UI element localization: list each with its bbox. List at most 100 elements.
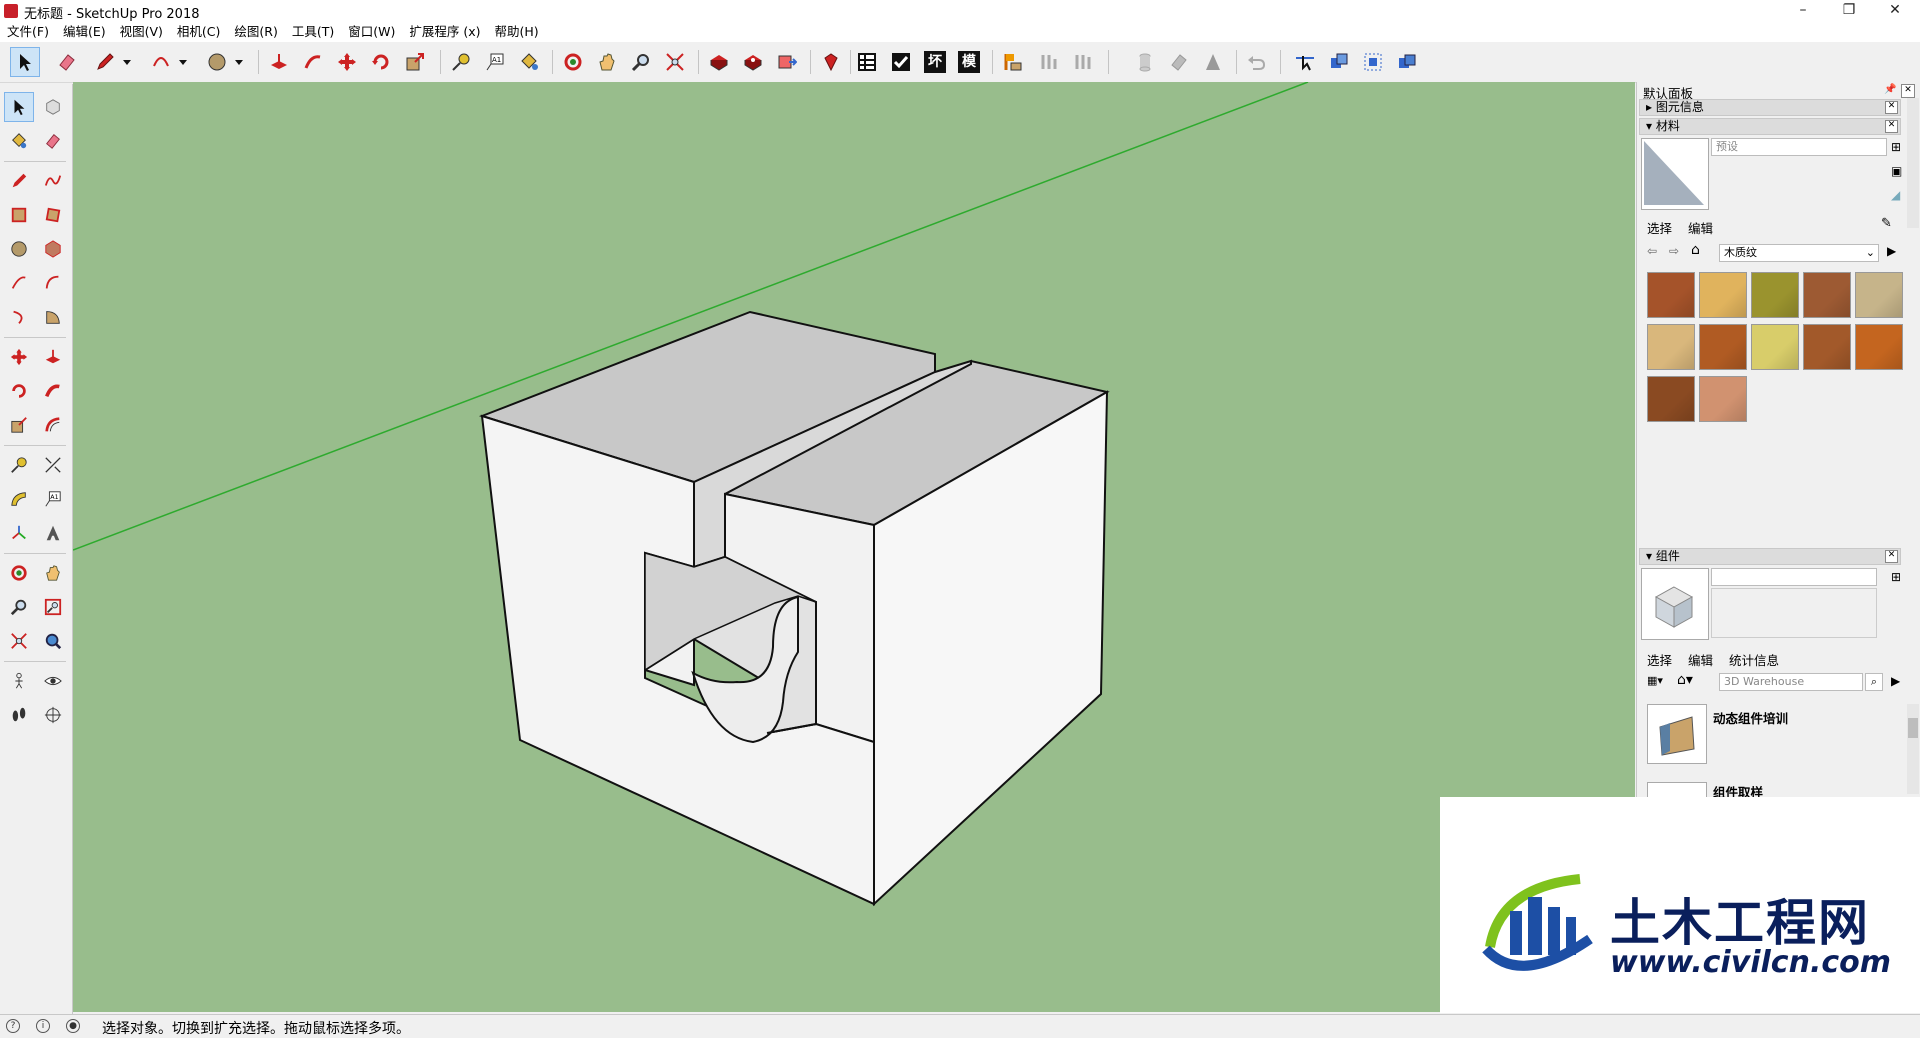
material-swatch[interactable] [1751,324,1799,370]
close-icon[interactable]: ✕ [1885,550,1898,563]
axes-tool-left[interactable] [4,518,34,548]
move-tool-button[interactable] [332,47,362,77]
material-swatch[interactable] [1751,272,1799,318]
model-canvas[interactable] [73,82,1635,1012]
solid-shell-button[interactable] [1130,47,1160,77]
geo-location-icon[interactable]: ? [6,1019,20,1033]
pan-tool-button[interactable] [592,47,622,77]
pencil-dropdown[interactable] [118,47,136,77]
move-tool-left[interactable] [4,342,34,372]
previous-view-left[interactable] [38,626,68,656]
home-icon[interactable]: ⌂ [1691,242,1700,258]
details-arrow-icon[interactable]: ▶ [1891,674,1900,688]
zoom-left[interactable] [4,592,34,622]
menu-draw[interactable]: 绘图(R) [227,22,284,42]
back-arrow-icon[interactable]: ⇦ [1647,244,1657,258]
arc-dropdown[interactable] [174,47,192,77]
zoom-tool-button[interactable] [626,47,656,77]
warehouse-button[interactable] [704,47,734,77]
material-swatch[interactable] [1855,272,1903,318]
polygon-tool-left[interactable] [38,234,68,264]
follow-me-left[interactable] [38,376,68,406]
ruby-console-button[interactable] [816,47,846,77]
arc-tool-left[interactable] [4,268,34,298]
send-to-layout-button[interactable] [772,47,802,77]
zoom-extents-button[interactable] [660,47,690,77]
materials-header[interactable]: ▾ 材料 ✕ [1639,118,1901,135]
select-tool-button[interactable] [10,47,40,77]
material-swatch[interactable] [1855,324,1903,370]
follow-me-tool-button[interactable] [298,47,328,77]
display-section-planes-button[interactable] [1324,47,1354,77]
pin-icon[interactable]: 📌 [1884,84,1896,95]
three-point-arc-left[interactable] [4,302,34,332]
components-header[interactable]: ▾ 组件 ✕ [1639,548,1901,565]
sandbox-button[interactable] [1198,47,1228,77]
make-component-left[interactable] [38,92,68,122]
line-tool-left[interactable] [4,166,34,196]
restore-button[interactable]: ❐ [1826,0,1872,22]
freehand-tool-left[interactable] [38,166,68,196]
menu-help[interactable]: 帮助(H) [488,22,546,42]
close-button[interactable]: ✕ [1872,0,1918,22]
orbit-tool-button[interactable] [558,47,588,77]
material-swatch[interactable] [1699,324,1747,370]
material-swatch[interactable] [1803,324,1851,370]
material-name-input[interactable]: 预设 [1711,138,1887,156]
menu-file[interactable]: 文件(F) [0,22,56,42]
component-item-title[interactable]: 动态组件培训 [1713,708,1788,727]
dimension-tool-left[interactable] [38,450,68,480]
tape-measure-tool-button[interactable] [446,47,476,77]
sample-paint-icon[interactable]: ◢ [1891,188,1900,202]
shape-dropdown[interactable] [230,47,248,77]
material-swatch[interactable] [1699,272,1747,318]
material-swatch[interactable] [1647,324,1695,370]
warehouse-search-input[interactable]: 3D Warehouse [1719,673,1863,691]
view-options-icon[interactable]: ▦▾ [1647,674,1663,687]
home-icon[interactable]: ⌂▾ [1677,672,1693,688]
char-tool-2-button[interactable]: 模 [954,47,984,77]
close-icon[interactable]: ✕ [1885,101,1898,114]
component-thumb[interactable] [1647,704,1707,764]
panel-close-button[interactable]: ✕ [1901,84,1915,98]
select-tool-left[interactable] [4,92,34,122]
tab-edit[interactable]: 编辑 [1688,653,1713,668]
tab-select[interactable]: 选择 [1647,221,1672,236]
components-scrollbar[interactable] [1907,704,1919,794]
photo-textures-button[interactable] [1070,47,1100,77]
walk-left[interactable] [4,700,34,730]
info-icon[interactable]: i [36,1019,50,1033]
component-description-field[interactable] [1711,588,1877,638]
validate-button[interactable] [886,47,916,77]
extension-warehouse-button[interactable] [738,47,768,77]
two-point-arc-left[interactable] [38,268,68,298]
rotated-rectangle-left[interactable] [38,200,68,230]
minimize-button[interactable]: – [1780,0,1826,22]
user-icon[interactable]: ● [66,1019,80,1033]
orbit-left[interactable] [4,558,34,588]
rotate-tool-button[interactable] [366,47,396,77]
pan-left[interactable] [38,558,68,588]
display-section-fill-button[interactable] [1392,47,1422,77]
pie-tool-left[interactable] [38,302,68,332]
solid-eraser-button[interactable] [1164,47,1194,77]
tab-edit[interactable]: 编辑 [1688,221,1713,236]
rectangle-tool-left[interactable] [4,200,34,230]
zoom-window-left[interactable] [38,592,68,622]
position-camera-left[interactable] [4,666,34,696]
material-swatch[interactable] [1699,376,1747,422]
paint-bucket-left[interactable] [4,126,34,156]
forward-arrow-icon[interactable]: ⇨ [1669,244,1679,258]
material-swatch[interactable] [1647,376,1695,422]
eyedropper-icon[interactable]: ✎ [1881,216,1892,231]
entity-info-header[interactable]: ▸ 图元信息 ✕ [1639,99,1901,116]
component-name-field[interactable] [1711,568,1877,586]
3d-text-left[interactable] [38,518,68,548]
eraser-left[interactable] [38,126,68,156]
menu-window[interactable]: 窗口(W) [341,22,402,42]
display-section-cuts-button[interactable] [1358,47,1388,77]
zoom-extents-left[interactable] [4,626,34,656]
tab-statistics[interactable]: 统计信息 [1729,653,1779,668]
paint-cube-icon[interactable]: ▣ [1891,164,1902,178]
toggle-terrain-button[interactable] [1036,47,1066,77]
